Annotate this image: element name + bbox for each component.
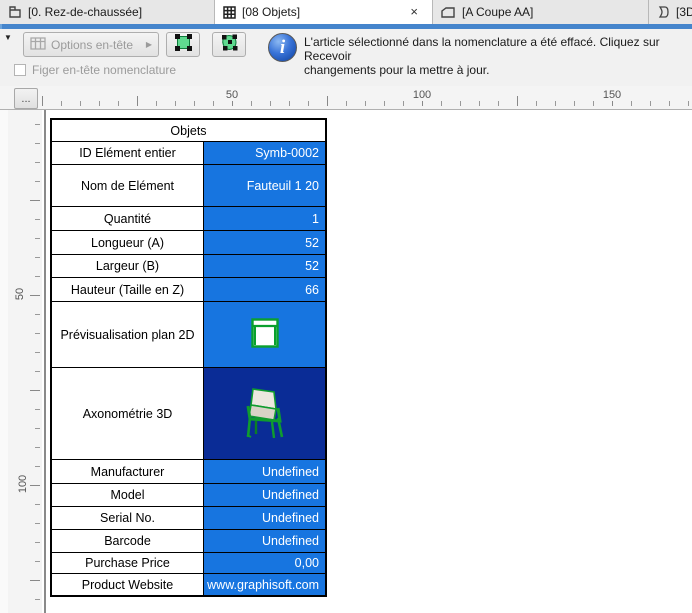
ruler-label-100: 100: [409, 89, 435, 101]
select-boundary-button[interactable]: [166, 32, 200, 57]
chair-3d-icon: [241, 384, 289, 443]
schedule-table: Objets ID Elément entier Symb-0002 Nom d…: [50, 118, 327, 597]
ruler-label-50: 50: [222, 89, 242, 101]
table-row: Nom de Elément Fauteuil 1 20: [52, 164, 325, 206]
header-options-label: Options en-tête: [51, 37, 134, 52]
ruler-more-button[interactable]: ...: [14, 88, 38, 109]
tab-section[interactable]: [A Coupe AA]: [433, 0, 649, 24]
table-row: Serial No. Undefined: [52, 506, 325, 529]
row-label: Purchase Price: [52, 553, 204, 573]
row-label: Hauteur (Taille en Z): [52, 278, 204, 301]
table-row: Longueur (A) 52: [52, 230, 325, 254]
row-label: Manufacturer: [52, 460, 204, 483]
row-label: Serial No.: [52, 507, 204, 529]
ruler-label-v100: 100: [17, 474, 30, 494]
row-label: ID Elément entier: [52, 142, 204, 164]
row-value[interactable]: Undefined: [204, 484, 325, 506]
row-label: Axonométrie 3D: [52, 368, 204, 459]
row-value[interactable]: 0,00: [204, 553, 325, 573]
table-row: ID Elément entier Symb-0002: [52, 141, 325, 164]
row-value[interactable]: Undefined: [204, 460, 325, 483]
left-gutter: [0, 110, 8, 613]
vertical-ruler: 50 100: [8, 110, 42, 613]
header-options-button[interactable]: Options en-tête ▶: [23, 32, 159, 57]
info-icon: i: [268, 33, 297, 62]
row-label: Product Website: [52, 574, 204, 595]
table-header-row: Objets: [52, 120, 325, 141]
tab-label: [08 Objets]: [242, 5, 301, 19]
row-label: Longueur (A): [52, 231, 204, 254]
ruler-major-ticks: [42, 96, 692, 106]
tab-floor-plan[interactable]: [0. Rez-de-chaussée]: [0, 0, 215, 24]
row-value[interactable]: 1: [204, 207, 325, 230]
chair-top-view-icon: [250, 318, 279, 351]
row-value[interactable]: 52: [204, 255, 325, 277]
row-label: Barcode: [52, 530, 204, 552]
status-message-line1: L'article sélectionné dans la nomenclatu…: [304, 35, 660, 63]
tab-label: [3D .: [676, 5, 692, 19]
row-value[interactable]: 66: [204, 278, 325, 301]
close-icon[interactable]: ×: [404, 0, 424, 24]
tab-label: [A Coupe AA]: [462, 5, 534, 19]
3d-window-icon: [657, 5, 670, 19]
header-options-icon: [30, 36, 46, 53]
table-row: Purchase Price 0,00: [52, 552, 325, 573]
table-row: Hauteur (Taille en Z) 66: [52, 277, 325, 301]
freeze-header-checkbox[interactable]: [14, 64, 26, 76]
table-row: Barcode Undefined: [52, 529, 325, 552]
tab-3d-window[interactable]: [3D .: [649, 0, 692, 24]
chevron-right-icon: ▶: [145, 40, 152, 49]
table-row: Largeur (B) 52: [52, 254, 325, 277]
row-label: Prévisualisation plan 2D: [52, 302, 204, 367]
select-polygon-button[interactable]: [212, 32, 246, 57]
row-value[interactable]: www.graphisoft.com: [204, 574, 325, 595]
section-icon: [441, 6, 456, 19]
preview-3d-cell[interactable]: [204, 368, 325, 459]
row-value[interactable]: Undefined: [204, 530, 325, 552]
row-label: Nom de Elément: [52, 165, 204, 206]
preview-2d-cell[interactable]: [204, 302, 325, 367]
table-row: Product Website www.graphisoft.com: [52, 573, 325, 595]
table-row: Manufacturer Undefined: [52, 459, 325, 483]
collapse-arrow-icon[interactable]: ▼: [4, 33, 12, 42]
horizontal-ruler-ticks: 50 100 150: [40, 86, 692, 110]
marquee-polygon-icon: [219, 32, 240, 58]
schedule-title: Objets: [170, 123, 207, 138]
row-label: Model: [52, 484, 204, 506]
row-label: Quantité: [52, 207, 204, 230]
story-icon: [8, 5, 22, 19]
row-value[interactable]: 52: [204, 231, 325, 254]
freeze-header-control[interactable]: Figer en-tête nomenclature: [14, 63, 176, 77]
tab-schedule-objects[interactable]: [08 Objets] ×: [215, 0, 433, 24]
table-row-preview-3d: Axonométrie 3D: [52, 367, 325, 459]
ruler-label-v50: 50: [14, 287, 27, 301]
marquee-rectangle-icon: [173, 32, 194, 58]
table-row: Model Undefined: [52, 483, 325, 506]
row-label: Largeur (B): [52, 255, 204, 277]
tab-bar: [0. Rez-de-chaussée] [08 Objets] × [A Co…: [0, 0, 692, 24]
ruler-label-150: 150: [599, 89, 625, 101]
table-row-preview-2d: Prévisualisation plan 2D: [52, 301, 325, 367]
tab-label: [0. Rez-de-chaussée]: [28, 5, 143, 19]
row-value[interactable]: Symb-0002: [204, 142, 325, 164]
ruler-major-ticks: [30, 200, 40, 613]
archicad-schedule-window: [0. Rez-de-chaussée] [08 Objets] × [A Co…: [0, 0, 692, 613]
status-message-line2: changements pour la mettre à jour.: [304, 63, 490, 77]
schedule-icon: [223, 5, 236, 19]
status-message: L'article sélectionné dans la nomenclatu…: [304, 35, 684, 77]
table-row: Quantité 1: [52, 206, 325, 230]
row-value[interactable]: Fauteuil 1 20: [204, 165, 325, 206]
row-value[interactable]: Undefined: [204, 507, 325, 529]
freeze-header-label: Figer en-tête nomenclature: [32, 63, 177, 77]
schedule-toolbar: ▼ Options en-tête ▶ i L'article sélectio…: [0, 29, 692, 86]
drawing-area-edge: [44, 110, 46, 613]
